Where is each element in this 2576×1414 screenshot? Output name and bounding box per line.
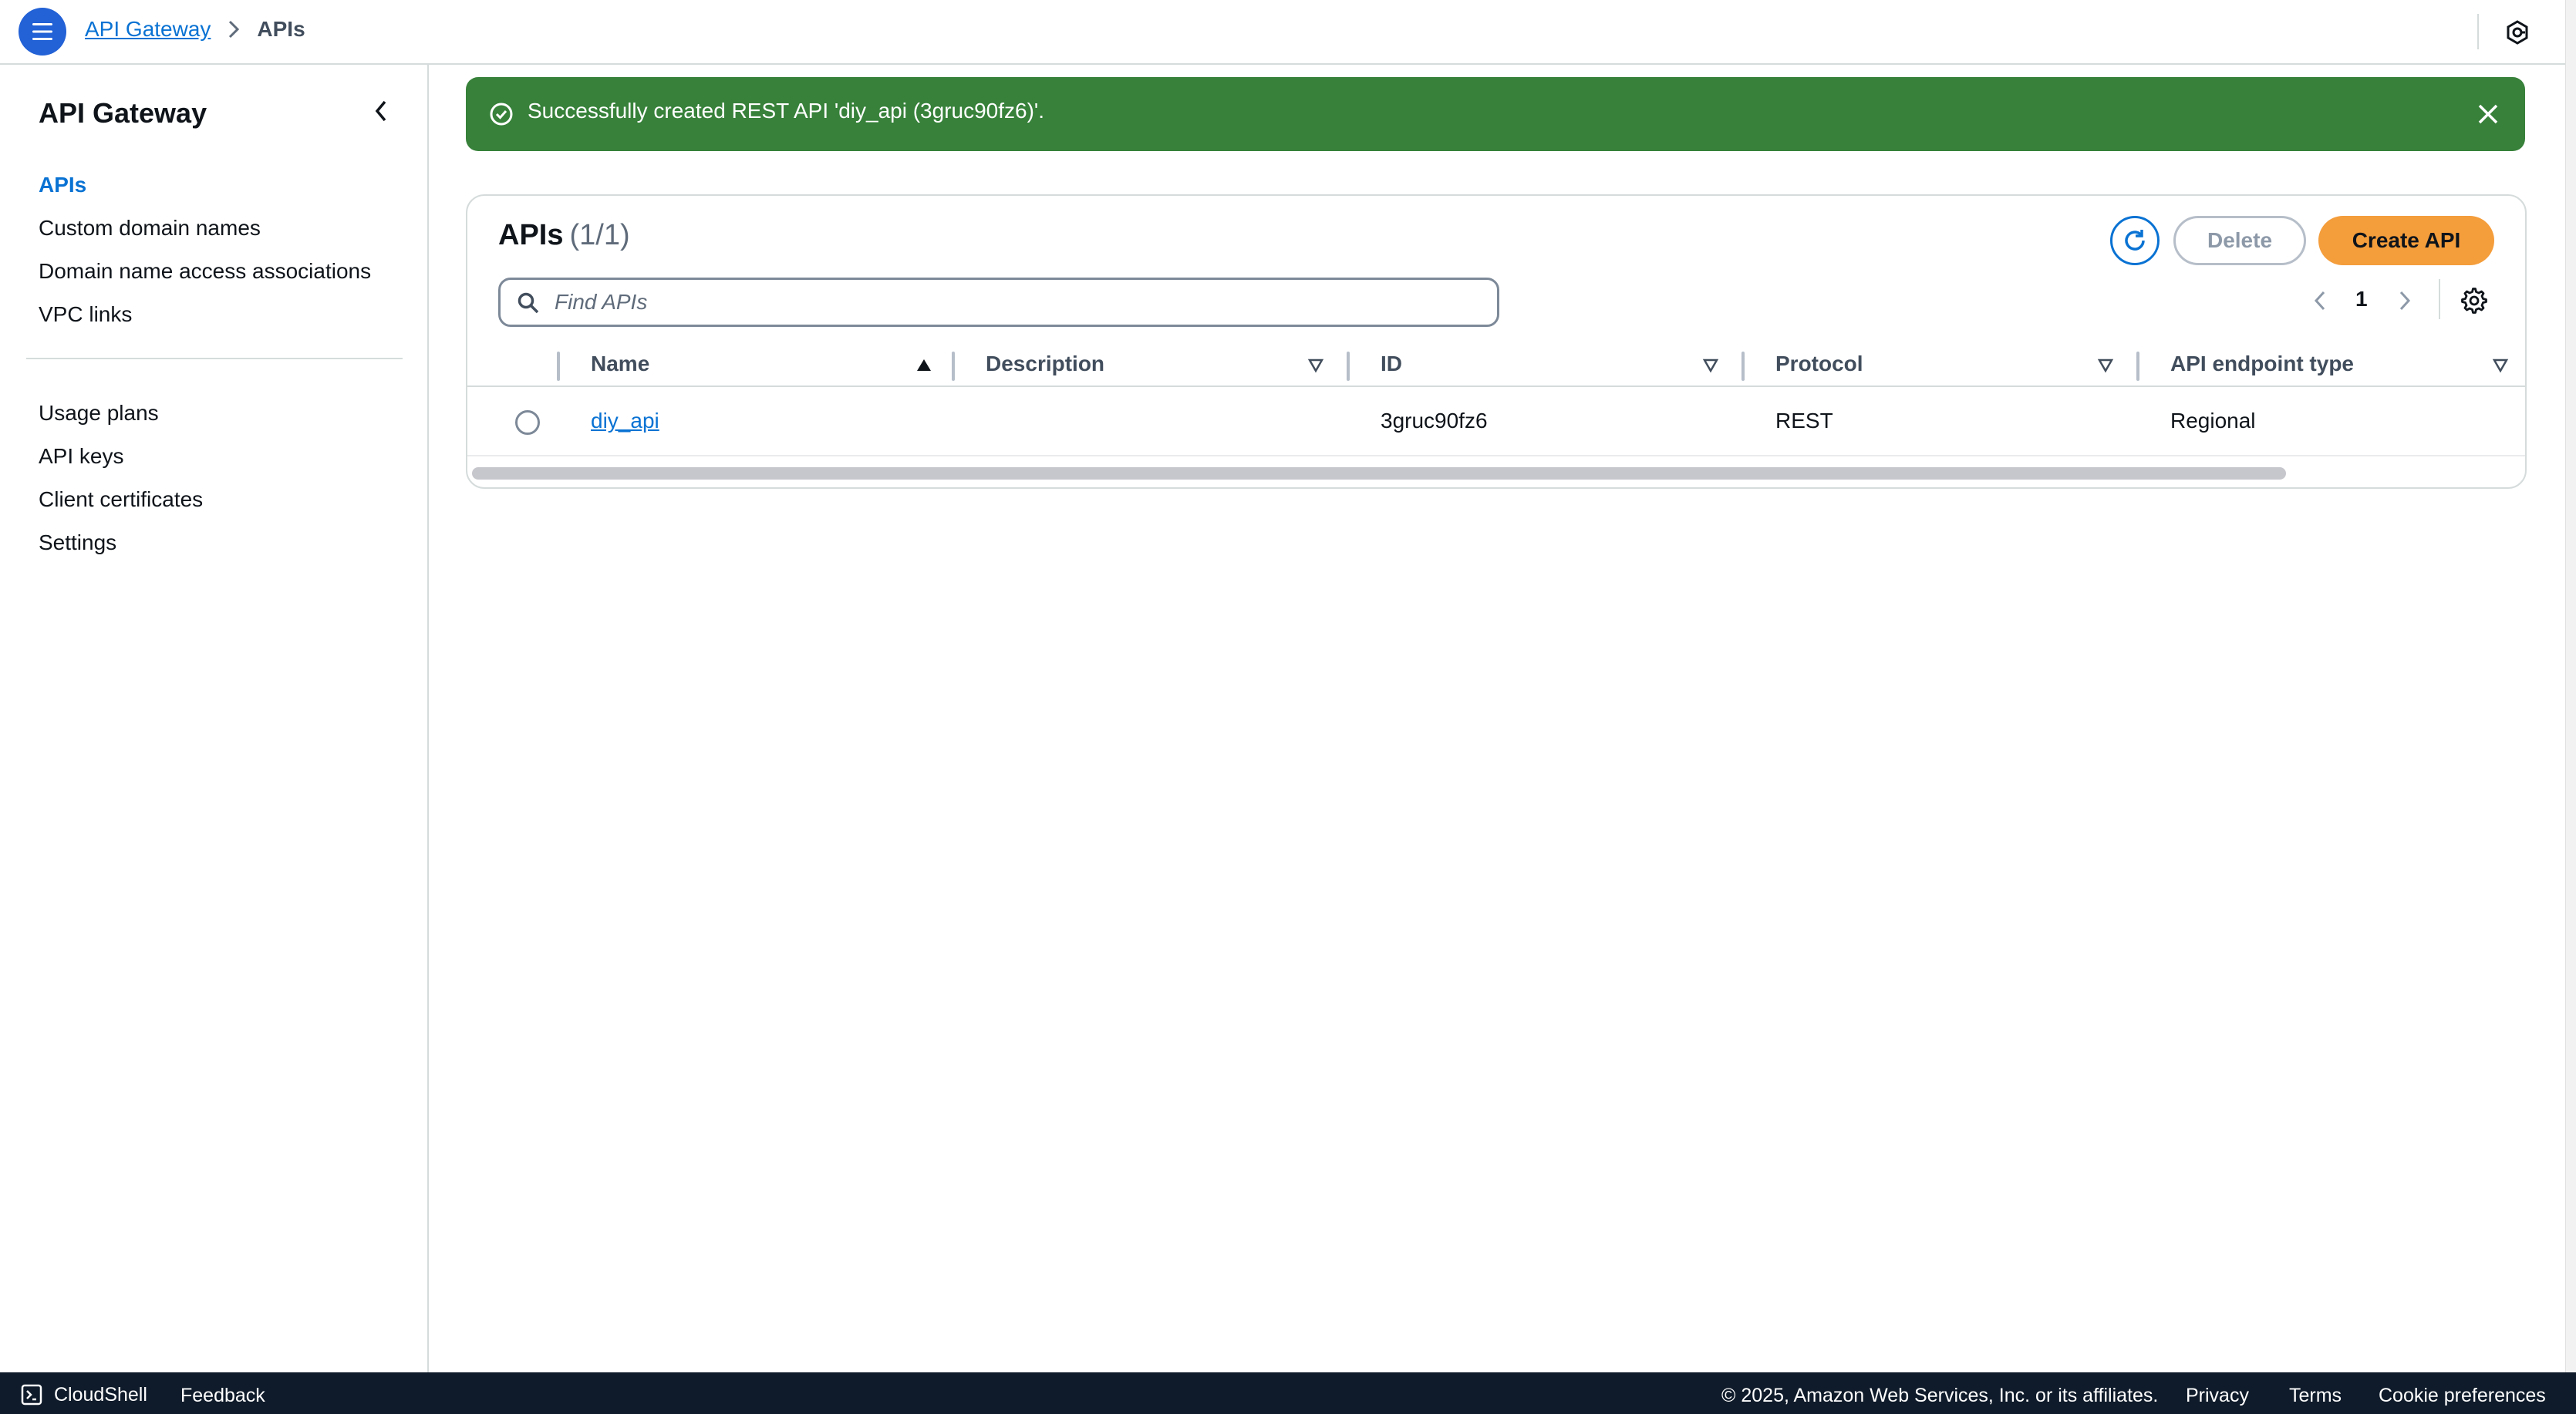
table-row: diy_api 3gruc90fz6 REST Regional [467, 389, 2525, 456]
delete-button[interactable]: Delete [2173, 216, 2306, 265]
pagination-page[interactable]: 1 [2355, 287, 2368, 311]
sidebar-title: API Gateway [39, 97, 207, 129]
column-header-name[interactable]: Name [591, 341, 649, 387]
column-header-description[interactable]: Description [986, 341, 1104, 387]
sidebar-item-apis[interactable]: APIs [39, 163, 371, 207]
apis-heading: APIs (1/1) [498, 219, 630, 252]
refresh-button[interactable] [2110, 216, 2160, 265]
column-header-id[interactable]: ID [1381, 341, 1402, 387]
flash-message: Successfully created REST API 'diy_api (… [528, 99, 1045, 123]
settings-gear-icon[interactable] [2459, 285, 2490, 316]
apis-table-container: APIs(1/1) Delete Create API 1 [466, 194, 2527, 489]
feedback-link[interactable]: Feedback [180, 1385, 265, 1407]
refresh-icon [2125, 230, 2145, 251]
sort-icon[interactable] [2095, 355, 2116, 376]
column-header-protocol[interactable]: Protocol [1775, 341, 1863, 387]
table-header: Name Description ID Protocol API endpoin… [467, 341, 2525, 387]
menu-icon [32, 23, 52, 40]
create-api-button[interactable]: Create API [2318, 216, 2494, 265]
column-divider[interactable] [952, 352, 955, 381]
pagination-divider [2439, 279, 2440, 319]
cookie-preferences-link[interactable]: Cookie preferences [2379, 1385, 2546, 1407]
sort-ascending-icon[interactable] [913, 355, 935, 376]
footer: CloudShell Feedback © 2025, Amazon Web S… [0, 1372, 2576, 1414]
close-icon[interactable] [2471, 97, 2505, 131]
sidebar-item-domain-name-access-associations[interactable]: Domain name access associations [39, 250, 371, 293]
api-protocol: REST [1775, 409, 1833, 433]
apis-count: (1/1) [569, 219, 630, 251]
sidebar-item-client-certificates[interactable]: Client certificates [39, 478, 203, 521]
topbar-divider [2477, 14, 2479, 49]
sort-icon[interactable] [1305, 355, 1327, 376]
privacy-link[interactable]: Privacy [2186, 1385, 2249, 1407]
breadcrumb: API Gateway APIs [85, 17, 305, 42]
shield-hex-icon[interactable] [2502, 17, 2533, 48]
terminal-icon [20, 1383, 43, 1406]
column-divider[interactable] [1347, 352, 1350, 381]
api-endpoint-type: Regional [2170, 409, 2256, 433]
sidebar-item-vpc-links[interactable]: VPC links [39, 293, 371, 336]
chevron-left-icon[interactable] [366, 96, 396, 126]
cloudshell-label: CloudShell [54, 1383, 147, 1406]
column-divider[interactable] [2136, 352, 2139, 381]
apis-title: APIs [498, 219, 564, 251]
search-box [498, 278, 1499, 327]
pagination-next-icon[interactable] [2389, 285, 2420, 316]
cloudshell-button[interactable]: CloudShell [20, 1383, 147, 1406]
app-root: API Gateway APIs API Gateway APIs Custom… [0, 0, 2576, 1414]
copyright-text: © 2025, Amazon Web Services, Inc. or its… [1721, 1385, 2159, 1406]
sidebar-item-settings[interactable]: Settings [39, 521, 203, 564]
check-circle-icon [487, 100, 515, 128]
sidebar-item-api-keys[interactable]: API keys [39, 435, 203, 478]
sort-icon[interactable] [1700, 355, 1721, 376]
api-name-link[interactable]: diy_api [591, 409, 659, 433]
sidebar-item-custom-domain-names[interactable]: Custom domain names [39, 207, 371, 250]
row-select-radio[interactable] [515, 410, 540, 435]
column-divider [557, 352, 560, 381]
search-icon [516, 291, 541, 315]
sidebar-item-usage-plans[interactable]: Usage plans [39, 392, 203, 435]
success-flash-banner: Successfully created REST API 'diy_api (… [466, 77, 2525, 151]
pagination-prev-icon[interactable] [2305, 285, 2335, 316]
sidebar-divider [26, 358, 403, 359]
sidebar: API Gateway APIs Custom domain names Dom… [0, 65, 429, 1372]
sort-icon[interactable] [2490, 355, 2511, 376]
api-id: 3gruc90fz6 [1381, 409, 1488, 433]
column-divider[interactable] [1741, 352, 1745, 381]
sidebar-nav-secondary: Usage plans API keys Client certificates… [39, 392, 203, 564]
top-navigation: API Gateway APIs [0, 0, 2565, 65]
search-input[interactable] [555, 286, 1480, 318]
breadcrumb-api-gateway[interactable]: API Gateway [85, 17, 211, 42]
terms-link[interactable]: Terms [2289, 1385, 2342, 1407]
horizontal-scrollbar[interactable] [472, 467, 2286, 480]
menu-button[interactable] [19, 8, 66, 56]
breadcrumb-apis: APIs [257, 17, 305, 41]
page-scrollbar[interactable] [2565, 0, 2576, 1372]
sidebar-nav: APIs Custom domain names Domain name acc… [39, 163, 371, 336]
chevron-right-icon [228, 19, 240, 39]
column-header-api-endpoint-type[interactable]: API endpoint type [2170, 341, 2354, 387]
